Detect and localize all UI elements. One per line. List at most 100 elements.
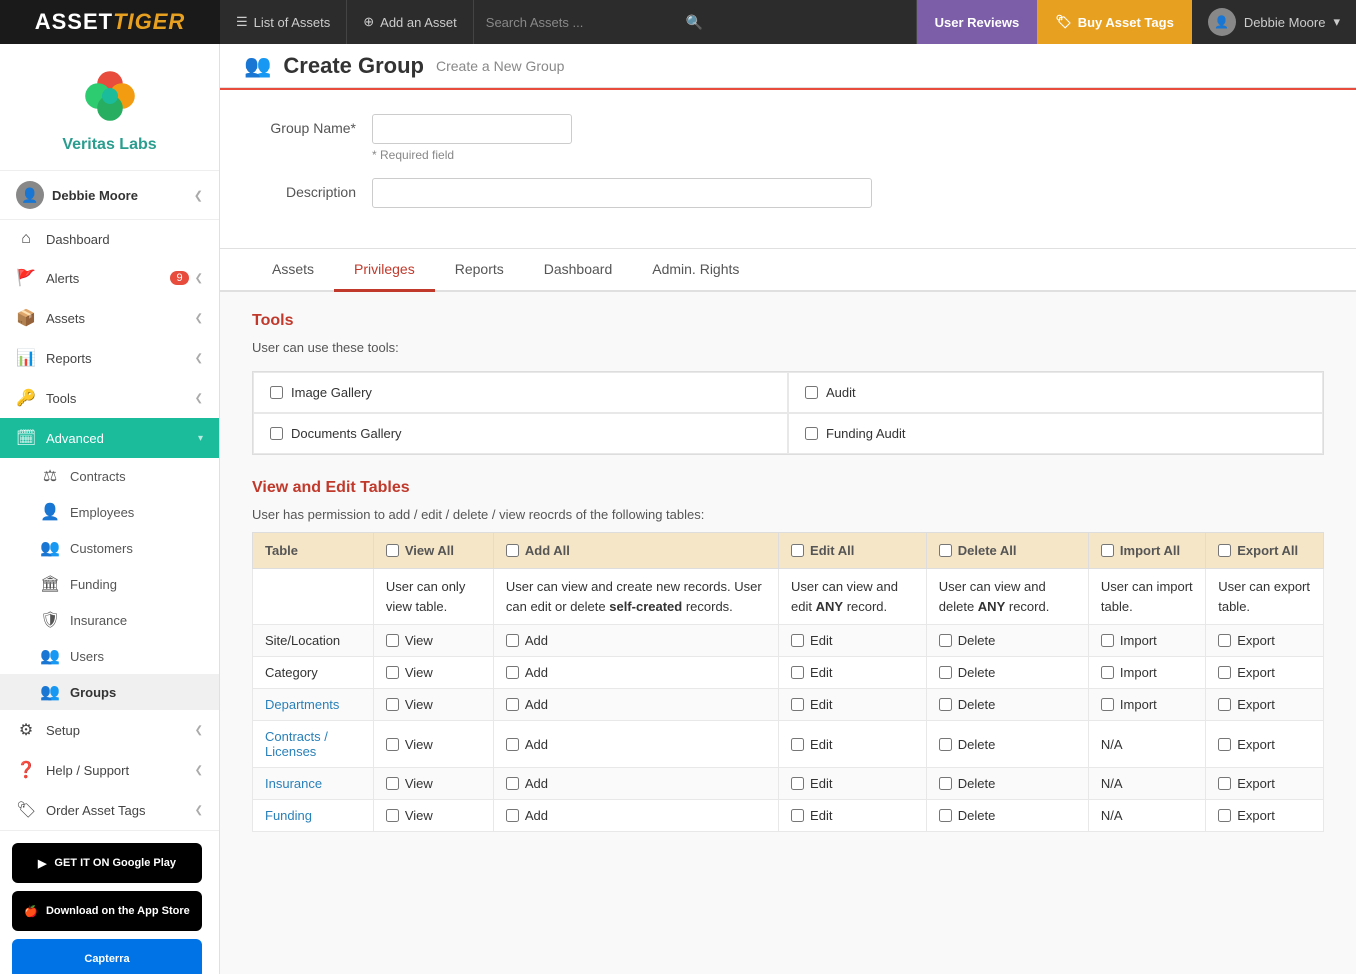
setup-icon: ⚙ [16, 720, 36, 740]
user-menu[interactable]: 👤 Debbie Moore ▾ [1192, 0, 1356, 44]
sidebar-item-employees-label: Employees [70, 505, 134, 520]
order-tags-chevron: ❮ [195, 805, 203, 816]
dept-delete-cb[interactable] [939, 698, 952, 711]
dept-add-cb[interactable] [506, 698, 519, 711]
search-input[interactable] [486, 15, 686, 30]
sidebar-item-users[interactable]: 👥 Users [0, 638, 219, 674]
fun-delete-cb[interactable] [939, 809, 952, 822]
tool-funding-audit-checkbox[interactable] [805, 427, 818, 440]
sidebar-item-insurance[interactable]: 🛡 Insurance [0, 602, 219, 638]
ins-delete-cb[interactable] [939, 777, 952, 790]
app-store-label: Download on the App Store [46, 905, 190, 917]
row-contracts-name[interactable]: Contracts / Licenses [253, 721, 374, 768]
cat-add-cb[interactable] [506, 666, 519, 679]
sidebar-item-setup[interactable]: ⚙ Setup ❮ [0, 710, 219, 750]
site-add-cb[interactable] [506, 634, 519, 647]
table-row: Category View Add Edit Delete Import Exp… [253, 657, 1324, 689]
fun-view-cb[interactable] [386, 809, 399, 822]
sidebar-item-reports[interactable]: 📊 Reports ❮ [0, 338, 219, 378]
cat-delete-cb[interactable] [939, 666, 952, 679]
capterra-badge[interactable]: Capterra [12, 939, 202, 974]
sidebar-item-alerts[interactable]: 🚩 Alerts 9 ❮ [0, 258, 219, 298]
insurance-icon: 🛡 [40, 610, 60, 630]
site-import-cb[interactable] [1101, 634, 1114, 647]
search-icon: 🔍 [686, 14, 703, 31]
con-export-cb[interactable] [1218, 738, 1231, 751]
search-bar: 🔍 [474, 0, 917, 44]
cat-import-cb[interactable] [1101, 666, 1114, 679]
add-asset-link[interactable]: ⊕ Add an Asset [347, 0, 474, 44]
con-add-cb[interactable] [506, 738, 519, 751]
sidebar-item-dashboard[interactable]: ⌂ Dashboard [0, 220, 219, 258]
export-all-checkbox[interactable] [1218, 544, 1231, 557]
tab-dashboard[interactable]: Dashboard [524, 249, 633, 292]
sidebar-item-reports-label: Reports [46, 351, 92, 366]
dept-export-cb[interactable] [1218, 698, 1231, 711]
sidebar-item-order-tags-left: 🏷 Order Asset Tags [16, 800, 145, 820]
row-departments-add: Add [493, 689, 778, 721]
con-edit-cb[interactable] [791, 738, 804, 751]
dept-view-cb[interactable] [386, 698, 399, 711]
description-input[interactable] [372, 178, 872, 208]
tab-reports[interactable]: Reports [435, 249, 524, 292]
cat-view-cb[interactable] [386, 666, 399, 679]
dept-edit-cb[interactable] [791, 698, 804, 711]
cat-export-cb[interactable] [1218, 666, 1231, 679]
list-assets-link[interactable]: ☰ List of Assets [220, 0, 347, 44]
ins-export-cb[interactable] [1218, 777, 1231, 790]
row-insurance-edit: Edit [779, 768, 927, 800]
site-view-cb[interactable] [386, 634, 399, 647]
buy-asset-tags-button[interactable]: 🏷 Buy Asset Tags [1037, 0, 1192, 44]
ins-add-cb[interactable] [506, 777, 519, 790]
tool-audit-checkbox[interactable] [805, 386, 818, 399]
add-all-checkbox[interactable] [506, 544, 519, 557]
row-funding-name[interactable]: Funding [253, 800, 374, 832]
google-play-badge[interactable]: ▶ GET IT ON Google Play [12, 843, 202, 883]
con-view-cb[interactable] [386, 738, 399, 751]
sidebar-item-groups[interactable]: 👥 Groups [0, 674, 219, 710]
row-departments-export: Export [1206, 689, 1324, 721]
site-export-cb[interactable] [1218, 634, 1231, 647]
tab-assets[interactable]: Assets [252, 249, 334, 292]
user-reviews-button[interactable]: User Reviews [917, 0, 1038, 44]
dept-import-cb[interactable] [1101, 698, 1114, 711]
sidebar-item-employees[interactable]: 👤 Employees [0, 494, 219, 530]
con-delete-cb[interactable] [939, 738, 952, 751]
import-all-checkbox[interactable] [1101, 544, 1114, 557]
tool-image-gallery-checkbox[interactable] [270, 386, 283, 399]
fun-add-cb[interactable] [506, 809, 519, 822]
sidebar-item-contracts[interactable]: ⚖ Contracts [0, 458, 219, 494]
ins-edit-cb[interactable] [791, 777, 804, 790]
row-contracts-import: N/A [1088, 721, 1205, 768]
site-edit-cb[interactable] [791, 634, 804, 647]
cat-edit-cb[interactable] [791, 666, 804, 679]
sidebar-brand: Veritas Labs [0, 44, 219, 171]
tab-admin-rights[interactable]: Admin. Rights [632, 249, 759, 292]
row-contracts-export: Export [1206, 721, 1324, 768]
group-name-input[interactable] [372, 114, 572, 144]
sidebar-user[interactable]: 👤 Debbie Moore ❮ [0, 171, 219, 220]
row-insurance-name[interactable]: Insurance [253, 768, 374, 800]
sidebar-item-customers[interactable]: 👥 Customers [0, 530, 219, 566]
tool-documents-gallery-checkbox[interactable] [270, 427, 283, 440]
fun-export-cb[interactable] [1218, 809, 1231, 822]
row-insurance-delete: Delete [926, 768, 1088, 800]
sidebar-item-funding[interactable]: 🏛 Funding [0, 566, 219, 602]
delete-all-checkbox[interactable] [939, 544, 952, 557]
tab-privileges[interactable]: Privileges [334, 249, 435, 292]
view-all-checkbox[interactable] [386, 544, 399, 557]
site-delete-cb[interactable] [939, 634, 952, 647]
table-row: Site/Location View Add Edit Delete Impor… [253, 625, 1324, 657]
ins-view-cb[interactable] [386, 777, 399, 790]
row-departments-name[interactable]: Departments [253, 689, 374, 721]
sidebar-item-order-tags[interactable]: 🏷 Order Asset Tags ❮ [0, 790, 219, 830]
app-store-badge[interactable]: 🍎 Download on the App Store [12, 891, 202, 931]
table-row: Contracts / Licenses View Add Edit Delet… [253, 721, 1324, 768]
edit-all-checkbox[interactable] [791, 544, 804, 557]
sidebar-item-assets[interactable]: 📦 Assets ❮ [0, 298, 219, 338]
sidebar-item-help[interactable]: ❓ Help / Support ❮ [0, 750, 219, 790]
fun-edit-cb[interactable] [791, 809, 804, 822]
sidebar-item-advanced[interactable]: 🗓 Advanced ▾ [0, 418, 219, 458]
row-departments-import: Import [1088, 689, 1205, 721]
sidebar-item-tools[interactable]: 🔑 Tools ❮ [0, 378, 219, 418]
